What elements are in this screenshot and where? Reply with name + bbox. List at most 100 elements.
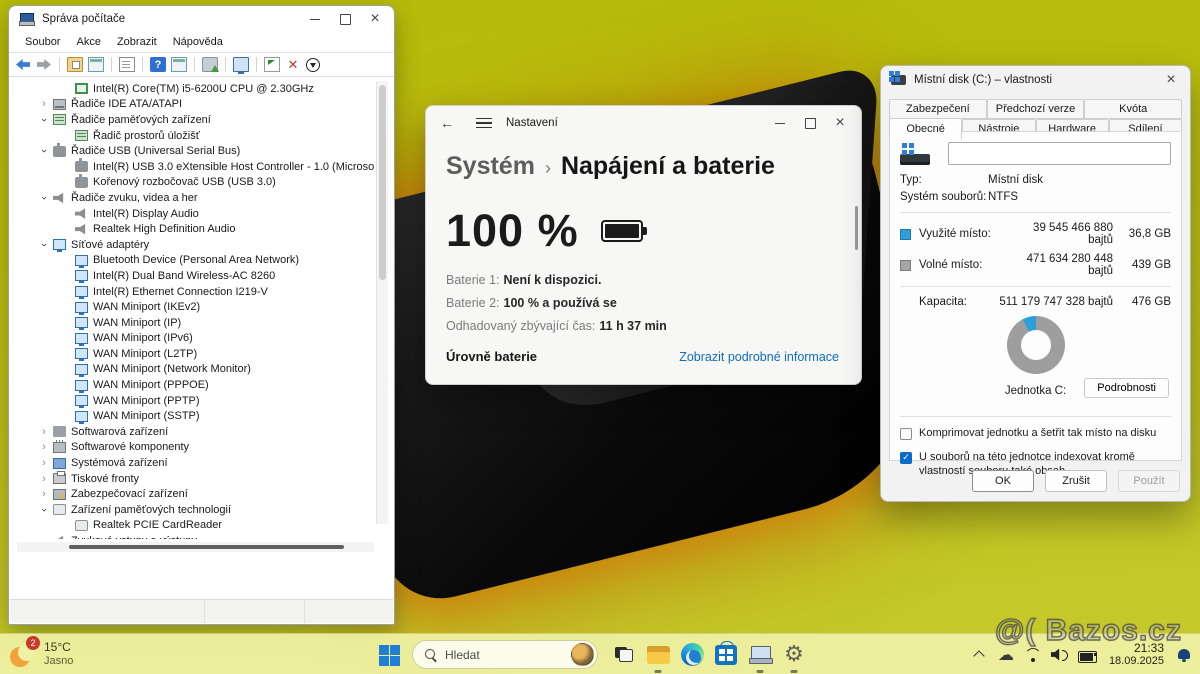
tree-item[interactable]: Systémová zařízení (17, 455, 374, 471)
tree-item[interactable]: Bluetooth Device (Personal Area Network) (17, 253, 374, 269)
detailed-info-link[interactable]: Zobrazit podrobné informace (679, 350, 839, 364)
list-window-icon[interactable] (88, 57, 104, 72)
tree-item[interactable]: Kořenový rozbočovač USB (USB 3.0) (17, 175, 374, 191)
computer-management-taskbar-button[interactable] (743, 636, 777, 674)
close-button[interactable] (1156, 69, 1186, 91)
refresh-icon[interactable] (202, 57, 218, 72)
maximize-button[interactable] (330, 8, 360, 30)
tree-item[interactable]: WAN Miniport (L2TP) (17, 346, 374, 362)
help-icon[interactable] (150, 57, 166, 72)
tab-zabezpečení[interactable]: Zabezpečení (889, 99, 987, 119)
minimize-button[interactable] (300, 8, 330, 30)
zrušit-button[interactable]: Zrušit (1045, 470, 1107, 492)
expander-closed-icon[interactable] (37, 457, 51, 469)
expander-closed-icon[interactable] (37, 488, 51, 500)
expander-open-icon[interactable] (37, 145, 51, 157)
title-bar[interactable]: Správa počítače (9, 6, 394, 32)
search-highlight-image[interactable] (571, 643, 594, 666)
tree-item[interactable]: Tiskové fronty (17, 471, 374, 487)
tree-item[interactable]: WAN Miniport (IPv6) (17, 331, 374, 347)
menu-soubor[interactable]: Soubor (17, 34, 68, 50)
compress-checkbox-label[interactable]: Komprimovat jednotku a šetřit tak místo … (919, 427, 1156, 441)
remove-icon[interactable] (285, 57, 301, 72)
volume-icon[interactable] (1051, 647, 1069, 663)
tree-item[interactable]: WAN Miniport (Network Monitor) (17, 362, 374, 378)
expander-closed-icon[interactable] (37, 426, 51, 438)
expander-open-icon[interactable] (37, 192, 51, 204)
expander-open-icon[interactable] (37, 114, 51, 126)
tree-item[interactable]: Realtek High Definition Audio (17, 221, 374, 237)
details-button[interactable]: Podrobnosti (1084, 378, 1169, 398)
title-bar[interactable]: ← Nastavení (426, 106, 861, 140)
title-bar[interactable]: Místní disk (C:) – vlastnosti (881, 66, 1190, 93)
tree-item[interactable]: Intel(R) Core(TM) i5-6200U CPU @ 2.30GHz (17, 81, 374, 97)
back-arrow-icon[interactable]: ← (440, 115, 464, 131)
tree-item[interactable]: WAN Miniport (IP) (17, 315, 374, 331)
tree-item[interactable]: Řadiče USB (Universal Serial Bus) (17, 143, 374, 159)
tree-item[interactable]: WAN Miniport (PPPOE) (17, 377, 374, 393)
tree-item[interactable]: WAN Miniport (PPTP) (17, 393, 374, 409)
task-view-taskbar-button[interactable] (607, 636, 641, 674)
menu-nápověda[interactable]: Nápověda (165, 34, 231, 50)
onedrive-icon[interactable] (997, 647, 1015, 663)
tree-item[interactable]: Intel(R) Ethernet Connection I219-V (17, 284, 374, 300)
export-icon[interactable] (67, 57, 83, 72)
settings-taskbar-button[interactable] (777, 636, 811, 674)
monitor-icon[interactable] (233, 57, 249, 72)
minimize-button[interactable] (765, 112, 795, 134)
close-button[interactable] (360, 8, 390, 30)
expander-closed-icon[interactable] (37, 441, 51, 453)
battery-tray-icon[interactable] (1078, 647, 1096, 663)
compress-checkbox[interactable] (900, 428, 912, 440)
tree-item[interactable]: Síťové adaptéry (17, 237, 374, 253)
expander-open-icon[interactable] (37, 239, 51, 251)
tree-item[interactable]: Řadiče zvuku, videa a her (17, 190, 374, 206)
tree-item[interactable]: Intel(R) USB 3.0 eXtensible Host Control… (17, 159, 374, 175)
horizontal-scrollbar[interactable] (17, 542, 374, 552)
store-taskbar-button[interactable] (709, 636, 743, 674)
start-button[interactable] (379, 645, 389, 655)
menu-akce[interactable]: Akce (68, 34, 108, 50)
tab-předchozí verze[interactable]: Předchozí verze (987, 99, 1085, 119)
tree-item[interactable]: Zabezpečovací zařízení (17, 486, 374, 502)
expander-open-icon[interactable] (37, 504, 51, 516)
expander-closed-icon[interactable] (37, 473, 51, 485)
scrollbar-thumb[interactable] (855, 206, 858, 250)
tree-item[interactable]: Softwarové komponenty (17, 440, 374, 456)
close-button[interactable] (825, 112, 855, 134)
edge-taskbar-button[interactable] (675, 636, 709, 674)
show-updown-icon[interactable] (306, 58, 320, 72)
tree-item[interactable]: Řadič prostorů úložišť (17, 128, 374, 144)
vertical-scrollbar[interactable] (376, 81, 388, 524)
expander-closed-icon[interactable] (37, 98, 51, 110)
tree-item[interactable]: WAN Miniport (IKEv2) (17, 299, 374, 315)
search-box[interactable]: Hledat (412, 640, 598, 669)
tree-item[interactable]: Intel(R) Display Audio (17, 206, 374, 222)
tree-item[interactable]: Řadiče paměťových zařízení (17, 112, 374, 128)
forward-arrow-icon[interactable] (36, 57, 52, 72)
tab-kvóta[interactable]: Kvóta (1084, 99, 1182, 119)
weather-widget[interactable]: 2 15°C Jasno (0, 641, 170, 667)
index-checkbox[interactable] (900, 452, 912, 464)
wifi-icon[interactable] (1024, 647, 1042, 663)
volume-label-input[interactable] (948, 142, 1171, 165)
tab-obecné[interactable]: Obecné (889, 118, 962, 140)
breadcrumb-system[interactable]: Systém (446, 152, 535, 181)
tree-item[interactable]: Softwarová zařízení (17, 424, 374, 440)
tree-item[interactable]: Řadiče IDE ATA/ATAPI (17, 97, 374, 113)
back-arrow-icon[interactable] (15, 57, 31, 72)
scan-flag-icon[interactable] (264, 57, 280, 72)
menu-zobrazit[interactable]: Zobrazit (109, 34, 165, 50)
ok-button[interactable]: OK (972, 470, 1034, 492)
expander-open-icon[interactable] (37, 535, 51, 539)
notification-bell-icon[interactable] (1177, 647, 1192, 663)
document-icon[interactable] (119, 57, 135, 72)
tree-item[interactable]: WAN Miniport (SSTP) (17, 408, 374, 424)
tree-item[interactable]: Zvukové vstupy a výstupy (17, 533, 374, 539)
file-explorer-taskbar-button[interactable] (641, 636, 675, 674)
help-window-icon[interactable] (171, 57, 187, 72)
maximize-button[interactable] (795, 112, 825, 134)
chevron-up-icon[interactable] (970, 647, 988, 663)
hamburger-menu-icon[interactable] (476, 118, 492, 128)
tree-item[interactable]: Intel(R) Dual Band Wireless-AC 8260 (17, 268, 374, 284)
